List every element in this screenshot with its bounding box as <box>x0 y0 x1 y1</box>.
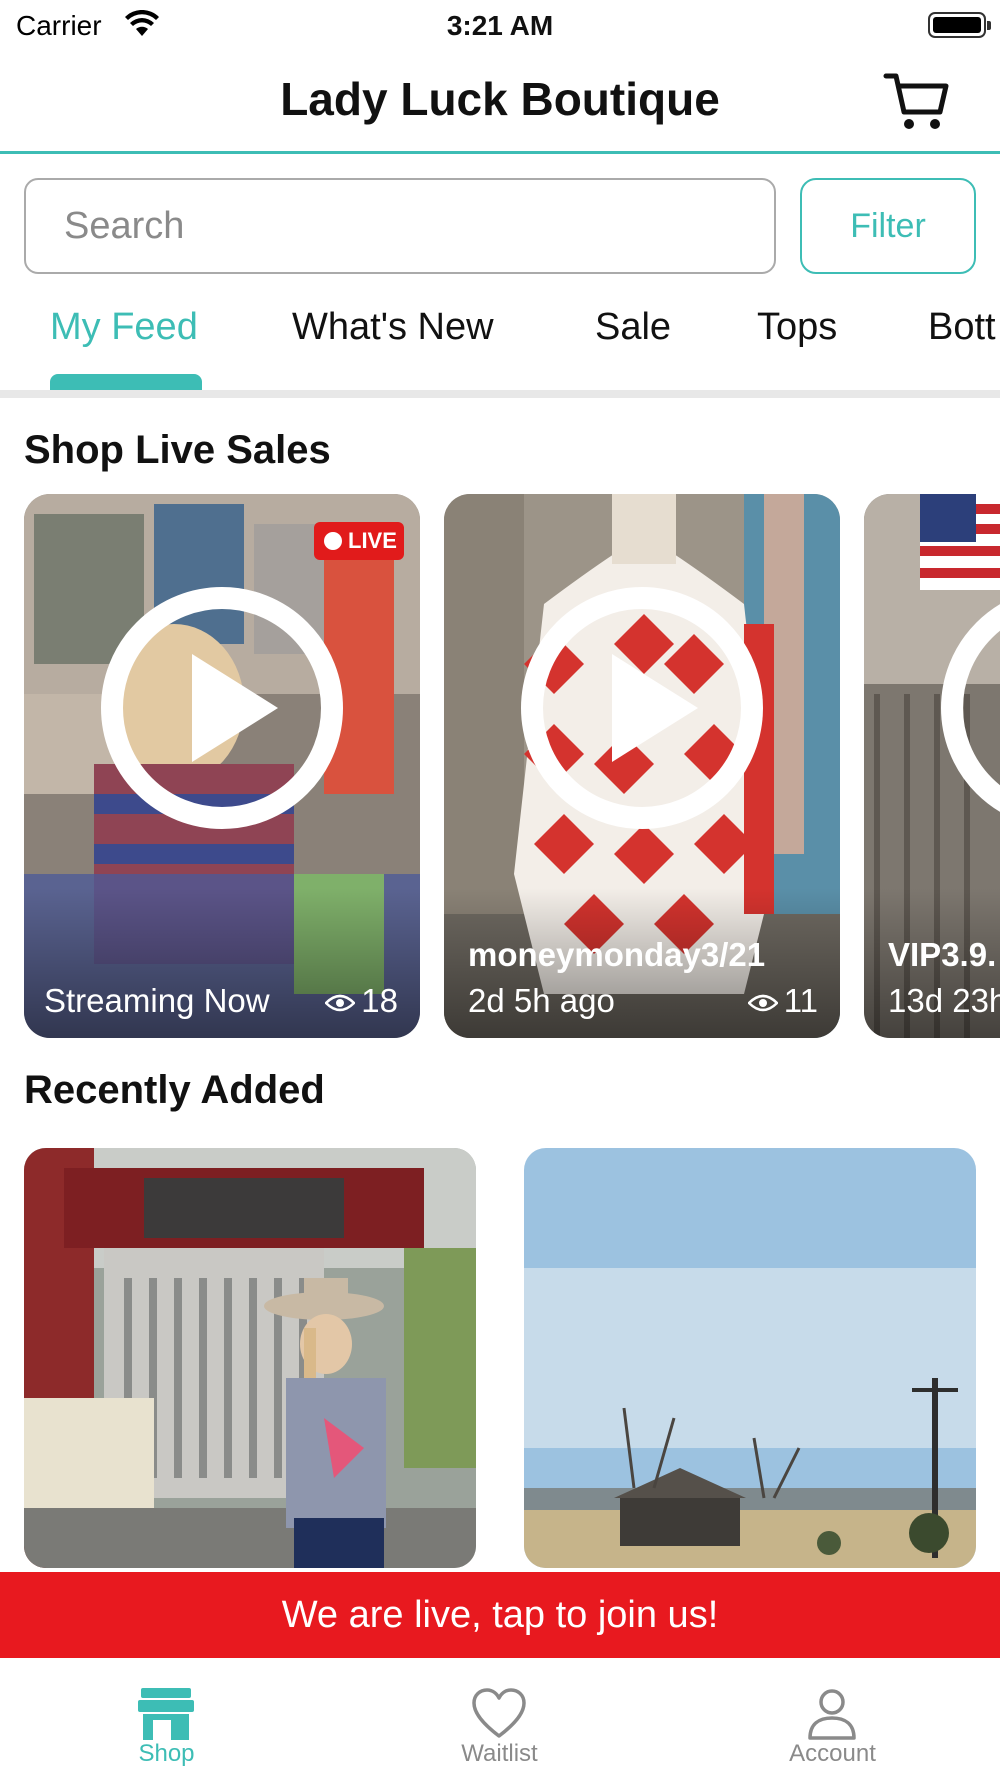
search-input[interactable] <box>24 178 776 274</box>
tab-bottoms[interactable]: Bott <box>928 306 996 349</box>
page-title: Lady Luck Boutique <box>280 73 720 125</box>
tab-tops[interactable]: Tops <box>757 306 837 349</box>
view-count-value: 11 <box>783 982 818 1019</box>
tab-account-label: Account <box>789 1740 876 1767</box>
live-badge: LIVE <box>314 522 404 560</box>
battery-icon <box>928 12 991 38</box>
heart-icon <box>472 1688 526 1738</box>
eye-icon <box>324 995 357 1012</box>
product-image <box>24 1148 476 1568</box>
product-card[interactable] <box>24 1148 476 1568</box>
person-icon <box>808 1689 856 1740</box>
live-now-banner[interactable]: We are live, tap to join us! <box>0 1572 1000 1658</box>
tab-waitlist-label: Waitlist <box>461 1740 538 1767</box>
live-dot-icon <box>324 532 342 550</box>
clock: 3:21 AM <box>446 10 554 41</box>
live-sale-card[interactable]: VIP3.9. 13d 23h <box>864 494 1000 1038</box>
tab-shop[interactable]: Shop <box>0 1658 333 1778</box>
card-subtitle: 2d 5h ago <box>468 982 615 1019</box>
product-image <box>524 1148 976 1568</box>
live-badge-label: LIVE <box>348 528 397 553</box>
filter-button[interactable]: Filter <box>800 178 976 274</box>
storefront-icon <box>138 1688 194 1740</box>
play-icon[interactable] <box>100 586 344 830</box>
card-subtitle: Streaming Now <box>44 982 270 1019</box>
card-title: VIP3.9. <box>888 936 997 973</box>
recently-added-heading: Recently Added <box>24 1068 325 1112</box>
tab-sale[interactable]: Sale <box>595 306 671 349</box>
category-tabs: My Feed What's New Sale Tops Bott <box>0 296 1000 390</box>
live-sale-card[interactable]: LIVE Streaming Now 18 <box>24 494 420 1038</box>
section-divider <box>0 390 1000 398</box>
view-count: 18 <box>324 982 398 1020</box>
tab-my-feed[interactable]: My Feed <box>50 306 198 349</box>
tab-shop-label: Shop <box>138 1740 195 1767</box>
tab-whats-new[interactable]: What's New <box>292 306 494 349</box>
live-sale-card[interactable]: moneymonday3/21 2d 5h ago 11 <box>444 494 840 1038</box>
live-sales-carousel[interactable]: LIVE Streaming Now 18 moneymonday3/21 2d… <box>0 494 1000 1040</box>
view-count: 11 <box>746 982 818 1020</box>
play-icon[interactable] <box>520 586 764 830</box>
status-bar: Carrier 3:21 AM <box>0 0 1000 50</box>
active-tab-indicator <box>50 374 202 390</box>
app-header: Lady Luck Boutique <box>0 50 1000 154</box>
bottom-tab-bar: Shop Waitlist Account <box>0 1658 1000 1778</box>
card-subtitle: 13d 23h <box>888 982 1000 1019</box>
tab-account[interactable]: Account <box>666 1658 999 1778</box>
eye-icon <box>746 995 779 1012</box>
card-title: moneymonday3/21 <box>468 936 766 973</box>
cart-icon[interactable] <box>882 68 952 134</box>
live-sales-heading: Shop Live Sales <box>24 428 331 472</box>
play-icon[interactable] <box>940 586 1000 830</box>
tab-waitlist[interactable]: Waitlist <box>333 1658 666 1778</box>
product-card[interactable] <box>524 1148 976 1568</box>
view-count-value: 18 <box>361 982 398 1019</box>
